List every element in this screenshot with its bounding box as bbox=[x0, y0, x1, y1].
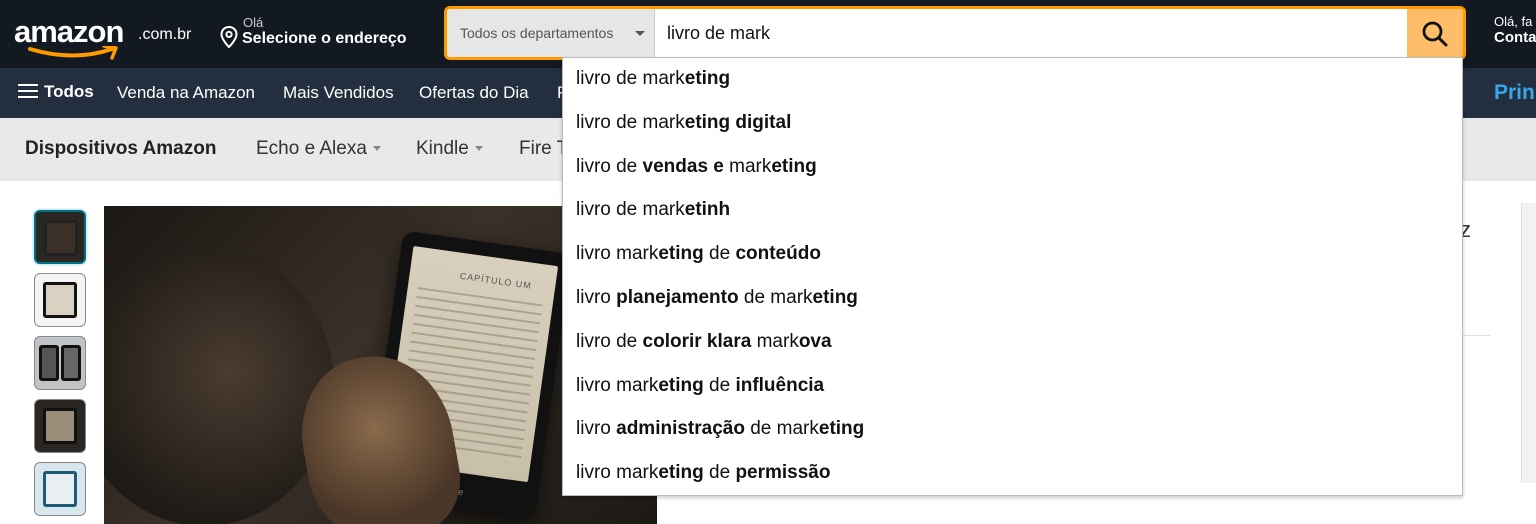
suggestion-item[interactable]: livro administração de marketing bbox=[576, 407, 1456, 451]
suggestion-item[interactable]: livro de marketinh bbox=[576, 188, 1456, 232]
suggestion-completion: colorir klara bbox=[642, 330, 752, 352]
chevron-down-icon bbox=[635, 31, 645, 36]
ereader-chapter-title: CAPÍTULO UM bbox=[459, 270, 533, 291]
suggestion-completion: administração bbox=[616, 418, 745, 440]
suggestion-completion: eting bbox=[658, 243, 704, 265]
suggestion-item[interactable]: livro de marketing digital bbox=[576, 101, 1456, 145]
suggestion-item[interactable]: livro marketing de conteúdo bbox=[576, 232, 1456, 276]
suggestion-completion: eting bbox=[771, 155, 817, 177]
suggestion-typed-text: livro mark bbox=[576, 243, 659, 265]
account-menu[interactable]: Olá, fa Conta bbox=[1494, 14, 1536, 46]
thumbnail-2[interactable] bbox=[34, 273, 86, 327]
subnav-item-kindle-label: Kindle bbox=[416, 138, 469, 159]
suggestion-completion: influência bbox=[735, 374, 825, 396]
suggestion-completion: etinh bbox=[684, 199, 731, 221]
thumbnail-3[interactable] bbox=[34, 336, 86, 390]
department-select-value: Todos os departamentos bbox=[460, 25, 614, 41]
prime-link[interactable]: Prin bbox=[1494, 81, 1535, 105]
logo-wordmark: amazon bbox=[14, 14, 124, 49]
suggestion-completion: eting bbox=[812, 287, 858, 308]
suggestion-completion: vendas e bbox=[642, 155, 724, 177]
suggestion-completion: planejamento bbox=[616, 287, 739, 308]
suggestion-typed-text: livro de bbox=[576, 330, 643, 352]
suggestion-typed-text: livro de mark bbox=[576, 68, 685, 89]
nav-item-deals[interactable]: Ofertas do Dia bbox=[419, 83, 529, 103]
all-departments-menu[interactable]: Todos bbox=[18, 82, 94, 102]
smile-arrow-icon bbox=[28, 46, 118, 60]
search-input[interactable] bbox=[655, 9, 1407, 57]
thumbnail-5[interactable] bbox=[34, 462, 86, 516]
suggestion-completion: conteúdo bbox=[735, 243, 821, 265]
scrollbar[interactable] bbox=[1521, 203, 1536, 483]
search-suggestions-dropdown: livro de marketing livro de marketing dig… bbox=[562, 57, 1463, 496]
suggestion-typed-text: livro de bbox=[576, 155, 643, 177]
search-icon bbox=[1422, 21, 1448, 47]
suggestion-typed-text: de bbox=[703, 462, 736, 484]
suggestion-item[interactable]: livro de marketing bbox=[576, 57, 1456, 101]
all-departments-label: Todos bbox=[44, 82, 94, 101]
delivery-address-selector[interactable]: Olá Selecione o endereço bbox=[220, 14, 430, 54]
subnav-item-kindle[interactable]: Kindle bbox=[416, 138, 483, 160]
suggestion-typed-text: de bbox=[703, 243, 736, 265]
search-button[interactable] bbox=[1407, 9, 1463, 57]
suggestion-item[interactable]: livro planejamento de marketing bbox=[576, 276, 1456, 320]
account-label: Conta bbox=[1494, 29, 1536, 46]
chevron-down-icon bbox=[372, 146, 381, 152]
address-greeting: Olá bbox=[243, 15, 264, 30]
divider bbox=[1460, 335, 1490, 336]
subnav-item-echo-label: Echo e Alexa bbox=[256, 138, 367, 159]
subnav-item-echo[interactable]: Echo e Alexa bbox=[256, 138, 381, 160]
suggestion-typed-text: livro de mark bbox=[576, 111, 685, 133]
thumbnail-4[interactable] bbox=[34, 399, 86, 453]
suggestion-completion: permissão bbox=[735, 462, 831, 484]
suggestion-typed-text: livro bbox=[576, 287, 617, 308]
suggestion-typed-text: livro mark bbox=[576, 374, 659, 396]
suggestion-typed-text: mark bbox=[723, 155, 772, 177]
location-pin-icon bbox=[220, 26, 238, 48]
suggestion-typed-text: de bbox=[703, 374, 736, 396]
thumbnail-1[interactable] bbox=[34, 210, 86, 264]
person-silhouette bbox=[104, 246, 334, 524]
suggestion-typed-text: de mark bbox=[738, 287, 813, 308]
suggestion-item[interactable]: livro marketing de permissão bbox=[576, 451, 1456, 495]
subnav-item-fire[interactable]: Fire T bbox=[519, 138, 568, 160]
suggestion-item[interactable]: livro de vendas e marketing bbox=[576, 145, 1456, 189]
chevron-down-icon bbox=[474, 146, 483, 152]
suggestion-typed-text: livro bbox=[576, 418, 617, 440]
department-select[interactable]: Todos os departamentos bbox=[447, 9, 655, 57]
search-bar: Todos os departamentos bbox=[444, 6, 1466, 60]
suggestion-typed-text: livro de mark bbox=[576, 199, 685, 221]
suggestion-item[interactable]: livro de colorir klara markova bbox=[576, 320, 1456, 364]
suggestion-completion: eting bbox=[658, 374, 704, 396]
suggestion-typed-text: mark bbox=[751, 330, 799, 352]
suggestion-typed-text: de mark bbox=[744, 418, 819, 440]
address-action: Selecione o endereço bbox=[242, 30, 407, 47]
logo-domain: .com.br bbox=[138, 26, 192, 43]
suggestion-completion: ova bbox=[798, 330, 832, 352]
suggestion-completion: eting bbox=[818, 418, 865, 440]
suggestion-completion: eting bbox=[658, 462, 704, 484]
hamburger-menu-icon bbox=[18, 84, 38, 98]
nav-item-best-sellers[interactable]: Mais Vendidos bbox=[283, 83, 394, 103]
account-greeting: Olá, fa bbox=[1494, 14, 1533, 29]
suggestion-completion: eting digital bbox=[684, 111, 792, 133]
nav-item-sell[interactable]: Venda na Amazon bbox=[117, 83, 255, 103]
amazon-logo[interactable]: amazon .com.br bbox=[14, 12, 204, 60]
subnav-title[interactable]: Dispositivos Amazon bbox=[25, 138, 216, 160]
suggestion-typed-text: livro mark bbox=[576, 462, 659, 484]
suggestion-completion: eting bbox=[684, 68, 731, 89]
suggestion-item[interactable]: livro marketing de influência bbox=[576, 364, 1456, 408]
